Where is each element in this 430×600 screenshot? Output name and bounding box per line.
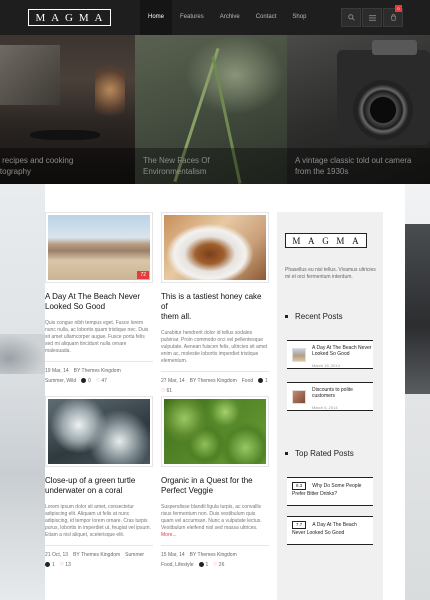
heart-icon: ♡ [95,378,101,384]
heart-icon: ♡ [59,562,65,568]
divider [161,371,269,372]
recent-post-item[interactable]: A Day At The Beach Never Looked So Good … [287,340,373,369]
post-thumbnail[interactable] [161,396,269,467]
search-button[interactable] [341,8,361,27]
post-excerpt: Curabitur hendrerit dolor id tellus soda… [161,330,268,364]
post-card: Close-up of a green turtle underwater on… [45,396,153,570]
post-date: 21 Oct, 13 [45,552,69,558]
like-count[interactable]: ♡26 [213,560,224,570]
post-meta: 27 Mar, 14 BY Themes Kingdom Food 1 ♡61 [161,376,268,396]
sidebar-logo: M A G M A [285,233,367,248]
cart-icon [390,14,396,21]
top-rated-heading: Top Rated Posts [285,449,354,458]
heart-icon: ♡ [213,562,218,568]
nav-contact[interactable]: Contact [248,0,285,35]
post-card: This is a tastiest honey cake of them al… [161,212,269,396]
rating-score: 7.7 [292,521,307,529]
recent-post-title[interactable]: A Day At The Beach Never Looked So Good [312,345,372,357]
post-category[interactable]: Summer [125,550,144,560]
main-content: 72 A Day At The Beach Never Looked So Go… [45,184,405,600]
post-date: 15 Mar, 14 [161,552,185,558]
site-logo[interactable]: M A G M A [28,9,111,26]
rating-score: 8.3 [292,482,307,490]
comment-icon [258,378,264,384]
comment-count[interactable]: 1 [258,376,268,386]
post-number-badge: 72 [137,271,149,279]
post-excerpt: Suspendisse blandit ligula turpis, ac co… [161,504,262,538]
post-category[interactable]: Food [242,376,253,386]
cart-count-badge: 0 [395,5,402,12]
more-link[interactable]: More... [161,532,177,538]
page-background-left [0,184,45,600]
hero-caption[interactable]: A vintage classic told out camera from t… [287,148,430,184]
recent-post-date: March 6, 2014 [312,405,338,410]
like-count[interactable]: ♡13 [60,560,71,570]
sidebar: M A G M A Phasellus eu nisi tellus. Viva… [277,212,383,600]
post-author[interactable]: Themes Kingdom [82,368,121,374]
like-count[interactable]: ♡47 [96,376,107,386]
post-excerpt: Quis congue nibh tempus eget. Fusce lore… [45,320,149,354]
post-author[interactable]: Themes Kingdom [198,552,237,558]
nav-shop[interactable]: Shop [284,0,314,35]
recent-post-thumbnail [292,390,306,404]
post-title[interactable]: This is a tastiest honey cake of them al… [161,292,269,322]
hero-slide-2[interactable]: The New Faces Of Environmentalism [135,35,287,184]
cart-button[interactable]: 0 [383,5,403,27]
site-header: M A G M A Home Features Archive Contact … [0,0,430,35]
post-meta: 21 Oct, 13 BY Themes Kingdom Summer 1 ♡1… [45,550,145,570]
post-meta: 19 Mar, 14 BY Themes Kingdom Summer, Wil… [45,368,121,386]
sidebar-about-text: Phasellus eu nisi tellus. Vivamus ultric… [285,267,376,280]
menu-icon [368,14,376,21]
post-meta: 15 Mar, 14 BY Themes Kingdom Food, Lifes… [161,552,237,570]
post-author[interactable]: Themes Kingdom [81,552,120,558]
divider [45,545,153,546]
post-excerpt: Lorem ipsum dolor sit amet, consectetur … [45,504,151,538]
comment-count[interactable]: 0 [81,376,91,386]
post-author[interactable]: Themes Kingdom [198,378,237,384]
comment-icon [81,378,87,384]
post-thumbnail[interactable] [45,396,153,467]
hero-slide-1[interactable]: od recipes and cooking hotography [0,35,135,184]
post-date: 27 Mar, 14 [161,378,185,384]
post-category[interactable]: Food, Lifestyle [161,560,194,570]
post-thumbnail[interactable] [161,212,269,283]
recent-posts-heading: Recent Posts [285,312,343,321]
post-thumbnail[interactable]: 72 [45,212,153,283]
hero-caption[interactable]: The New Faces Of Environmentalism [135,148,287,184]
recent-post-title[interactable]: Discounts to polite customers [312,387,372,399]
hero-slider: od recipes and cooking hotography The Ne… [0,35,430,184]
post-title[interactable]: A Day At The Beach Never Looked So Good [45,292,153,312]
comment-icon [45,562,50,568]
post-date: 19 Mar, 14 [45,368,69,374]
nav-archive[interactable]: Archive [212,0,248,35]
post-category[interactable]: Summer, Wild [45,376,76,386]
heart-icon: ♡ [161,388,166,394]
nav-features[interactable]: Features [172,0,212,35]
post-card: 72 A Day At The Beach Never Looked So Go… [45,212,153,386]
post-title[interactable]: Close-up of a green turtle underwater on… [45,476,153,496]
divider [161,545,269,546]
comment-count[interactable]: 1 [45,560,55,570]
nav-home[interactable]: Home [140,0,173,35]
divider [45,361,153,362]
menu-button[interactable] [362,8,382,27]
page-background-right [405,184,430,600]
hero-caption[interactable]: od recipes and cooking hotography [0,148,135,184]
top-rated-item[interactable]: 7.7 A Day At The Beach Never Looked So Go… [287,516,373,545]
post-card: Organic in a Quest for the Perfect Veggi… [161,396,269,570]
main-nav: Home Features Archive Contact Shop [140,0,314,35]
hero-slide-3[interactable]: A vintage classic told out camera from t… [287,35,430,184]
recent-post-item[interactable]: Discounts to polite customers March 6, 2… [287,382,373,411]
recent-post-thumbnail [292,348,306,362]
post-title[interactable]: Organic in a Quest for the Perfect Veggi… [161,476,269,496]
comment-icon [198,562,204,568]
recent-post-date: March 15, 2014 [312,363,340,368]
comment-count[interactable]: 1 [198,560,208,570]
top-rated-item[interactable]: 8.3 Why Do Some People Prefer Bitter Drin… [287,477,373,506]
search-icon [347,14,355,21]
like-count[interactable]: ♡61 [161,386,172,396]
